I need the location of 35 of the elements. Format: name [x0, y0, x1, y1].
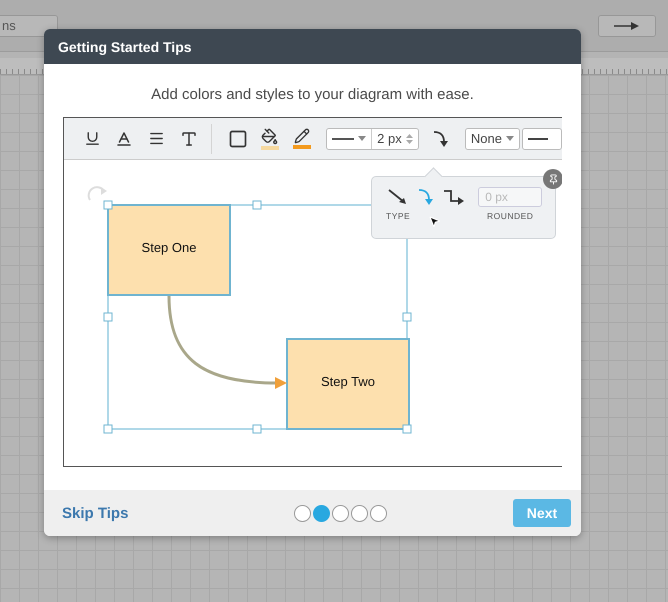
- underline-icon[interactable]: [84, 130, 101, 147]
- arrow-end-dropdown[interactable]: [522, 128, 562, 150]
- line-width-value: 2 px: [377, 131, 402, 146]
- skip-tips-link[interactable]: Skip Tips: [62, 504, 128, 522]
- align-icon[interactable]: [148, 130, 165, 147]
- line-style-control[interactable]: 2 px: [326, 128, 419, 150]
- arrow-icon: [614, 20, 640, 30]
- spinner-icon: [406, 132, 413, 144]
- fill-color-icon[interactable]: [261, 128, 278, 144]
- step-dot[interactable]: [294, 504, 312, 522]
- fill-swatch: [260, 146, 279, 150]
- line-swatch: [293, 145, 312, 149]
- step-dot[interactable]: [351, 504, 368, 522]
- elbow-connector-icon[interactable]: [443, 188, 466, 206]
- font-dropdown[interactable]: ns: [0, 14, 58, 36]
- caret-icon: [358, 136, 366, 141]
- line-icon: [528, 136, 548, 140]
- dialog-subtitle: Add colors and styles to your diagram with ease.: [150, 86, 475, 103]
- text-size-icon[interactable]: [180, 130, 198, 148]
- rounded-label: ROUNDED: [486, 211, 534, 221]
- line-style-icon: [332, 136, 354, 140]
- line-color-icon[interactable]: [294, 128, 310, 144]
- rounded-field: 0 px: [478, 187, 542, 207]
- step-dot[interactable]: [332, 504, 350, 522]
- shape-border-icon[interactable]: [228, 128, 248, 148]
- mouse-pointer-icon: [428, 215, 441, 228]
- pin-icon[interactable]: [543, 169, 562, 189]
- arrow-dropdown[interactable]: [598, 14, 656, 36]
- arrow-start-dropdown[interactable]: None: [464, 128, 520, 150]
- dialog-title: Getting Started Tips: [44, 29, 581, 64]
- curved-connector-icon[interactable]: [432, 128, 450, 148]
- step-dot[interactable]: [313, 504, 330, 522]
- step-dot[interactable]: [370, 504, 388, 522]
- font-color-icon[interactable]: [115, 130, 134, 148]
- caret-icon: [506, 136, 514, 141]
